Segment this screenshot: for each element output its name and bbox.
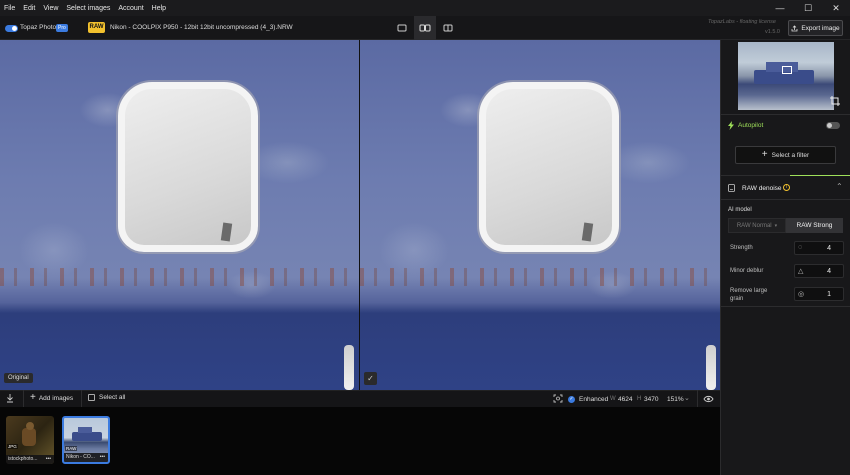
width-value: 4624: [618, 396, 633, 403]
single-view-icon: [397, 24, 407, 32]
export-icon: [791, 24, 798, 31]
menu-view[interactable]: View: [39, 5, 62, 12]
boat-window: [479, 82, 619, 252]
chevron-down-icon[interactable]: ⌄: [684, 394, 690, 402]
pro-badge: Pro: [56, 24, 68, 32]
select-all-label: Select all: [99, 394, 126, 401]
file-name: Nikon - COOLPIX P950 - 12bit 12bit uncom…: [110, 24, 293, 31]
lightning-icon: [728, 121, 734, 132]
collapse-arrow-icon[interactable]: [6, 393, 14, 405]
height-value: 3470: [644, 396, 659, 403]
split-view-icon: [419, 24, 431, 32]
thumbnail-badge: RAW: [65, 446, 78, 451]
raw-normal-label: RAW Normal: [736, 222, 772, 229]
plus-icon: +: [761, 149, 768, 160]
minimize-button[interactable]: —: [766, 0, 794, 16]
ai-model-label: AI model: [728, 207, 752, 213]
app-toggle[interactable]: [5, 25, 18, 32]
thumbnail-deer[interactable]: JPG istockphoto... •••: [6, 416, 54, 464]
remove-grain-label: Remove large grain: [730, 288, 768, 302]
info-icon[interactable]: i: [783, 184, 790, 191]
filter-title: RAW denoise: [742, 185, 782, 192]
compare-view-icon: [443, 24, 453, 32]
zoom-select[interactable]: 151%: [667, 396, 684, 403]
chevron-up-icon[interactable]: ⌃: [836, 182, 843, 191]
enhanced-label: Enhanced: [579, 396, 609, 403]
menu-select-images[interactable]: Select images: [62, 5, 114, 12]
remove-grain-value: 1: [827, 291, 831, 298]
minor-deblur-value: 4: [827, 268, 831, 275]
thumbnail-badge: JPG: [7, 444, 18, 449]
strength-value: 4: [827, 245, 831, 252]
menu-file[interactable]: File: [0, 5, 19, 12]
raw-strong-option[interactable]: RAW Strong: [786, 218, 843, 233]
thumbnail-boat[interactable]: RAW Nikon - CO... •••: [62, 416, 110, 464]
minor-deblur-input[interactable]: △ 4: [794, 264, 844, 278]
add-images-label: Add images: [38, 394, 74, 402]
autopilot-toggle[interactable]: [826, 122, 840, 129]
app-name: Topaz Photo: [20, 24, 57, 31]
strength-icon: ◌: [798, 244, 803, 251]
compare-view-button[interactable]: [437, 16, 459, 40]
eye-icon[interactable]: [703, 395, 714, 405]
remove-grain-input[interactable]: ◎ 1: [794, 287, 844, 301]
menu-bar: File Edit View Select images Account Hel…: [0, 0, 850, 16]
strength-input[interactable]: ◌ 4: [794, 241, 844, 255]
version-text: v1.5.0: [765, 29, 780, 35]
height-label: H: [637, 396, 642, 402]
check-icon[interactable]: ✓: [364, 372, 377, 385]
single-view-button[interactable]: [391, 16, 413, 40]
select-filter-label: Select a filter: [771, 151, 810, 159]
strength-label: Strength: [730, 245, 753, 251]
navigator-preview[interactable]: [738, 42, 834, 110]
triangle-icon: △: [798, 268, 804, 275]
more-icon[interactable]: •••: [100, 453, 105, 462]
select-filter-button[interactable]: + Select a filter: [735, 146, 836, 164]
raw-normal-option[interactable]: RAW Normal ▾: [728, 218, 786, 233]
more-icon[interactable]: •••: [46, 455, 51, 464]
original-preview[interactable]: [0, 40, 359, 390]
export-image-button[interactable]: Export image: [788, 20, 843, 36]
thumbnail-label: Nikon - CO...: [66, 454, 95, 460]
autopilot-label: Autopilot: [738, 122, 764, 129]
boat-window: [118, 82, 258, 252]
add-images-button[interactable]: + Add images: [30, 392, 74, 403]
original-label: Original: [4, 373, 33, 383]
thumbnail-label: istockphoto...: [8, 456, 38, 462]
menu-help[interactable]: Help: [148, 5, 170, 12]
enhanced-preview[interactable]: [360, 40, 720, 390]
minor-deblur-label: Minor deblur: [730, 268, 764, 274]
menu-edit[interactable]: Edit: [19, 5, 39, 12]
focus-frame-icon[interactable]: [553, 394, 563, 405]
enhanced-check-icon[interactable]: ✓: [568, 396, 575, 403]
grain-icon: ◎: [798, 291, 805, 298]
menu-account[interactable]: Account: [114, 5, 147, 12]
export-label: Export image: [801, 24, 840, 32]
close-button[interactable]: ✕: [822, 0, 850, 16]
raw-badge: RAW: [88, 22, 105, 33]
crop-icon[interactable]: [830, 96, 840, 108]
select-all-checkbox[interactable]: Select all: [88, 394, 125, 401]
split-view-button[interactable]: [414, 16, 436, 40]
filter-accent-line: [790, 175, 850, 176]
width-label: W: [610, 396, 616, 402]
plus-icon: +: [30, 392, 36, 403]
license-text: TopazLabs - floating license: [708, 19, 776, 25]
maximize-button[interactable]: ☐: [794, 0, 822, 16]
raw-file-icon: [728, 184, 735, 194]
dropdown-icon: ▾: [774, 222, 778, 229]
checkbox-icon: [88, 394, 95, 401]
